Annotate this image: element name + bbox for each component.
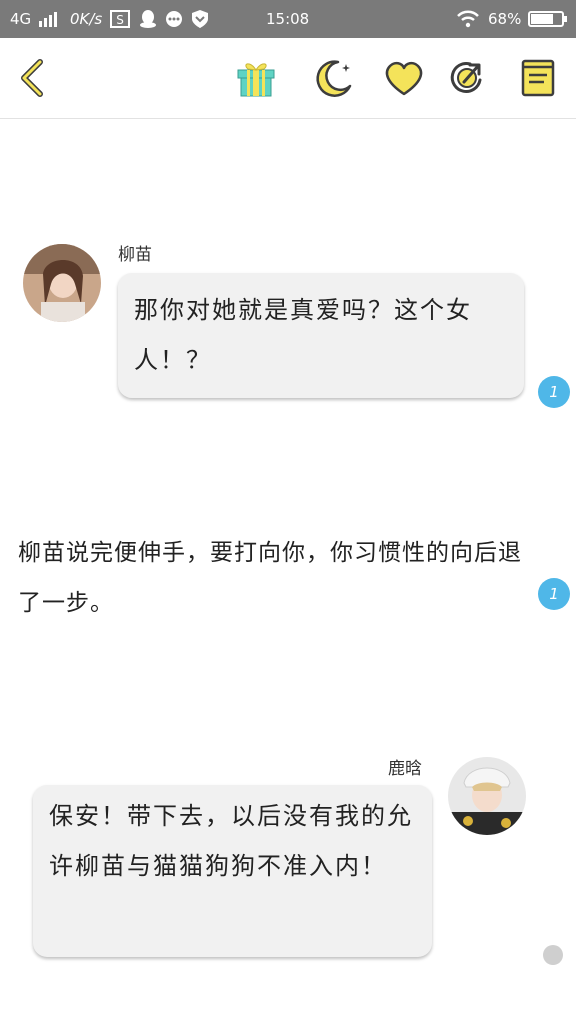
moon-icon	[316, 60, 352, 97]
comment-count-badge[interactable]: 1	[538, 376, 570, 408]
share-icon	[450, 62, 482, 93]
svg-text:S: S	[116, 13, 124, 27]
wifi-icon	[456, 10, 480, 32]
comment-count-badge[interactable]: 1	[538, 578, 570, 610]
signal-icon	[38, 11, 60, 31]
clock: 15:08	[266, 10, 310, 28]
battery-percent: 68%	[488, 10, 522, 28]
speaker-name: 鹿晗	[388, 759, 422, 779]
heart-icon	[385, 61, 423, 96]
speaker-name: 柳苗	[118, 245, 152, 265]
dialogue-bubble[interactable]: 那你对她就是真爱吗？这个女人！？	[118, 273, 524, 398]
back-button[interactable]	[12, 56, 56, 100]
gift-icon	[237, 63, 275, 97]
dialogue-text: 那你对她就是真爱吗？这个女人！？	[134, 296, 472, 374]
back-icon	[21, 59, 43, 97]
book-icon	[521, 59, 555, 97]
avatar[interactable]	[448, 757, 526, 835]
battery-icon	[528, 11, 568, 31]
chapters-button[interactable]	[516, 56, 560, 100]
message-icon	[164, 9, 184, 33]
gift-button[interactable]	[234, 56, 278, 100]
share-button[interactable]	[446, 56, 490, 100]
qq-icon	[138, 9, 158, 33]
avatar-photo	[23, 244, 101, 322]
sim-icon: S	[110, 10, 130, 32]
avatar[interactable]	[23, 244, 101, 322]
night-mode-button[interactable]	[312, 56, 356, 100]
network-speed: 0K/s	[70, 10, 103, 28]
narration-text: 柳苗说完便伸手，要打向你，你习惯性的向后退了一步。	[18, 540, 522, 616]
dialogue-text: 保安！带下去，以后没有我的允许柳苗与猫猫狗狗不准入内！	[49, 802, 413, 880]
comment-indicator[interactable]	[543, 945, 563, 965]
avatar-photo	[448, 757, 526, 835]
status-bar: 4G 0K/s S 15:08 68%	[0, 0, 576, 38]
reader-toolbar	[0, 38, 576, 119]
favorite-button[interactable]	[382, 56, 426, 100]
network-type: 4G	[10, 10, 32, 28]
dialogue-bubble[interactable]: 保安！带下去，以后没有我的允许柳苗与猫猫狗狗不准入内！	[33, 785, 432, 957]
shield-icon	[190, 9, 210, 33]
